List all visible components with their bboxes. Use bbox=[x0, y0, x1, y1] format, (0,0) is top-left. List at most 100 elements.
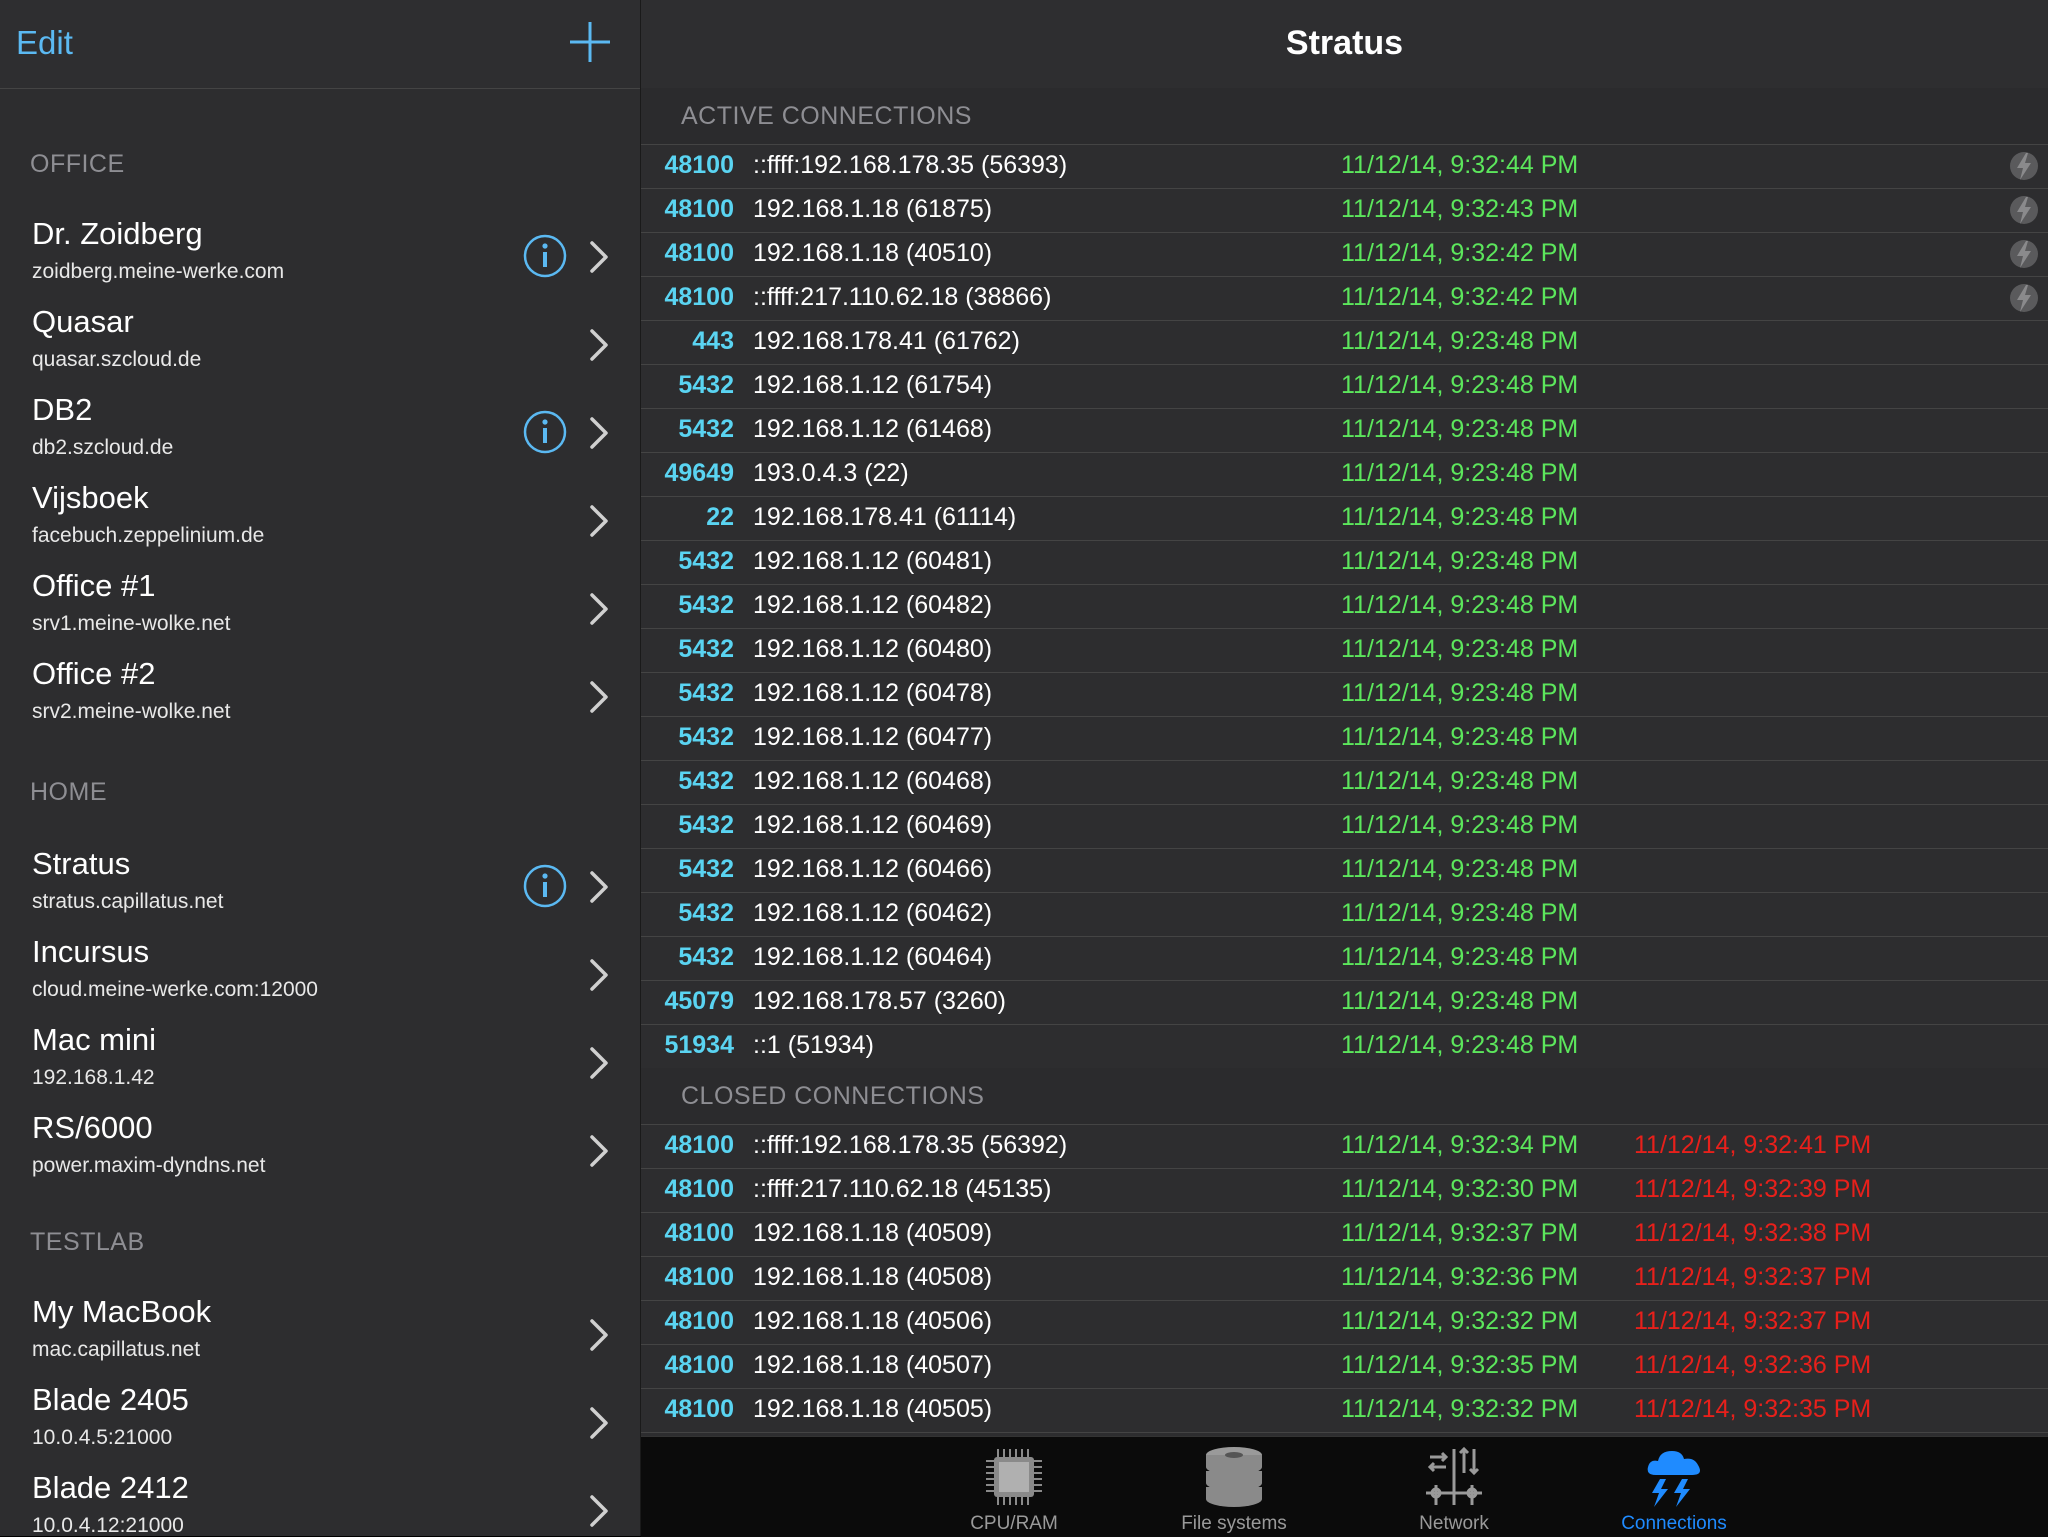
active-connection-row[interactable]: 5432 192.168.1.12 (61754) 11/12/14, 9:23:4… bbox=[641, 364, 2048, 409]
active-connection-row[interactable]: 5432 192.168.1.12 (60477) 11/12/14, 9:23:4… bbox=[641, 716, 2048, 761]
host-address: cloud.meine-werke.com:12000 bbox=[32, 978, 318, 1001]
active-connection-row[interactable]: 5432 192.168.1.12 (60480) 11/12/14, 9:23:4… bbox=[641, 628, 2048, 673]
closed-connection-row[interactable]: 48100::ffff:217.110.62.18 (45135) 11/12/1… bbox=[641, 1168, 2048, 1213]
connection-port: 5432 bbox=[678, 943, 734, 971]
connection-address: 192.168.1.12 (60478) bbox=[753, 679, 993, 707]
connection-end-time: 11/12/14, 9:32:39 PM bbox=[1634, 1175, 1872, 1203]
page-title: Stratus bbox=[1285, 24, 1404, 62]
connection-start-time: 11/12/14, 9:23:48 PM bbox=[1341, 1031, 1579, 1059]
closed-connection-row[interactable]: 48100 192.168.1.18 (40508) 11/12/14, 9:32:… bbox=[641, 1256, 2048, 1301]
connection-port: 5432 bbox=[678, 679, 734, 707]
tab-network[interactable]: Network bbox=[1354, 1437, 1554, 1537]
disk-stack-icon bbox=[1206, 1447, 1262, 1507]
info-icon[interactable] bbox=[523, 864, 567, 908]
edit-button[interactable]: Edit bbox=[16, 24, 73, 62]
connection-address: ::ffff:192.168.178.35 (56393) bbox=[753, 151, 1068, 179]
host-list-item[interactable]: Dr. Zoidberg zoidberg.meine-werke.com bbox=[0, 216, 640, 304]
active-connection-row[interactable]: 5432 192.168.1.12 (60462) 11/12/14, 9:23:4… bbox=[641, 892, 2048, 937]
connection-start-time: 11/12/14, 9:32:34 PM bbox=[1341, 1131, 1579, 1159]
connection-port: 5432 bbox=[678, 591, 734, 619]
active-connection-row[interactable]: 5432 192.168.1.12 (60469) 11/12/14, 9:23:4… bbox=[641, 804, 2048, 849]
active-connection-row[interactable]: 51934::1 (51934) 11/12/14, 9:23:48 PM bbox=[641, 1024, 2048, 1069]
connection-port: 443 bbox=[692, 327, 734, 355]
lightning-icon[interactable] bbox=[2009, 282, 2039, 314]
closed-connection-row[interactable]: 48100 192.168.1.18 (40505) 11/12/14, 9:32:… bbox=[641, 1388, 2048, 1433]
connection-port: 48100 bbox=[664, 1395, 734, 1423]
add-icon[interactable] bbox=[566, 18, 614, 66]
host-list-item[interactable]: DB2 db2.szcloud.de bbox=[0, 392, 640, 480]
chevron-right-icon bbox=[590, 593, 608, 625]
tab-cpu-ram[interactable]: CPU/RAM bbox=[914, 1437, 1114, 1537]
host-name: My MacBook bbox=[32, 1294, 212, 1329]
tab-connections[interactable]: Connections bbox=[1574, 1437, 1774, 1537]
closed-connection-row[interactable]: 48100 192.168.1.18 (40507) 11/12/14, 9:32:… bbox=[641, 1344, 2048, 1389]
main-header: Stratus bbox=[641, 0, 2048, 89]
active-connection-row[interactable]: 5432 192.168.1.12 (61468) 11/12/14, 9:23:4… bbox=[641, 408, 2048, 453]
closed-connection-row[interactable]: 48100 192.168.1.18 (40509) 11/12/14, 9:32:… bbox=[641, 1212, 2048, 1257]
host-list-item[interactable]: Incursus cloud.meine-werke.com:12000 bbox=[0, 934, 640, 1022]
host-address: srv1.meine-wolke.net bbox=[32, 612, 231, 635]
connection-port: 48100 bbox=[664, 283, 734, 311]
host-name: RS/6000 bbox=[32, 1110, 153, 1145]
host-name: Incursus bbox=[32, 934, 150, 969]
host-list-item[interactable]: Stratus stratus.capillatus.net bbox=[0, 846, 640, 934]
active-connection-row[interactable]: 49649 193.0.4.3 (22) 11/12/14, 9:23:48 PM bbox=[641, 452, 2048, 497]
connection-start-time: 11/12/14, 9:23:48 PM bbox=[1341, 943, 1579, 971]
connection-port: 48100 bbox=[664, 151, 734, 179]
connection-port: 45079 bbox=[664, 987, 734, 1015]
tab-file-systems[interactable]: File systems bbox=[1134, 1437, 1334, 1537]
host-name: DB2 bbox=[32, 392, 93, 427]
tab-label: CPU/RAM bbox=[970, 1513, 1058, 1534]
host-address: facebuch.zeppelinium.de bbox=[32, 524, 265, 547]
connection-port: 48100 bbox=[664, 1131, 734, 1159]
connection-start-time: 11/12/14, 9:23:48 PM bbox=[1341, 899, 1579, 927]
active-connection-row[interactable]: 48100 192.168.1.18 (40510) 11/12/14, 9:32:… bbox=[641, 232, 2048, 277]
section-header: TESTLAB bbox=[30, 1228, 145, 1256]
connection-address: 192.168.1.12 (61754) bbox=[753, 371, 993, 399]
chevron-right-icon bbox=[590, 329, 608, 361]
active-connection-row[interactable]: 5432 192.168.1.12 (60466) 11/12/14, 9:23:4… bbox=[641, 848, 2048, 893]
host-address: 192.168.1.42 bbox=[32, 1066, 155, 1089]
info-icon[interactable] bbox=[523, 410, 567, 454]
connection-start-time: 11/12/14, 9:32:32 PM bbox=[1341, 1307, 1579, 1335]
lightning-icon[interactable] bbox=[2009, 238, 2039, 270]
host-list-item[interactable]: My MacBook mac.capillatus.net bbox=[0, 1294, 640, 1382]
chevron-right-icon bbox=[590, 1495, 608, 1527]
host-list-item[interactable]: Blade 2412 10.0.4.12:21000 bbox=[0, 1470, 640, 1536]
host-list-item[interactable]: Office #1 srv1.meine-wolke.net bbox=[0, 568, 640, 656]
active-connection-row[interactable]: 48100 192.168.1.18 (61875) 11/12/14, 9:32:… bbox=[641, 188, 2048, 233]
host-name: Office #1 bbox=[32, 568, 156, 603]
host-list-item[interactable]: Blade 2405 10.0.4.5:21000 bbox=[0, 1382, 640, 1470]
connection-start-time: 11/12/14, 9:23:48 PM bbox=[1341, 547, 1579, 575]
active-connection-row[interactable]: 5432 192.168.1.12 (60481) 11/12/14, 9:23:4… bbox=[641, 540, 2048, 585]
active-connection-row[interactable]: 443 192.168.178.41 (61762) 11/12/14, 9:23:… bbox=[641, 320, 2048, 365]
host-list-item[interactable]: Office #2 srv2.meine-wolke.net bbox=[0, 656, 640, 744]
closed-connection-row[interactable]: 48100 192.168.1.18 (40506) 11/12/14, 9:32:… bbox=[641, 1300, 2048, 1345]
connection-start-time: 11/12/14, 9:32:44 PM bbox=[1341, 151, 1579, 179]
connection-address: ::1 (51934) bbox=[753, 1031, 874, 1059]
host-list-item[interactable]: Quasar quasar.szcloud.de bbox=[0, 304, 640, 392]
host-name: Mac mini bbox=[32, 1022, 157, 1057]
active-connection-row[interactable]: 48100::ffff:217.110.62.18 (38866) 11/12/1… bbox=[641, 276, 2048, 321]
active-connection-row[interactable]: 5432 192.168.1.12 (60482) 11/12/14, 9:23:4… bbox=[641, 584, 2048, 629]
connection-port: 5432 bbox=[678, 767, 734, 795]
active-connection-row[interactable]: 22 192.168.178.41 (61114) 11/12/14, 9:23:4… bbox=[641, 496, 2048, 541]
host-list-item[interactable]: Mac mini 192.168.1.42 bbox=[0, 1022, 640, 1110]
connections-panel: Stratus ACTIVE CONNECTIONS 48100::ffff:19… bbox=[641, 0, 2048, 1536]
connection-address: 192.168.1.18 (40507) bbox=[753, 1351, 993, 1379]
active-connection-row[interactable]: 5432 192.168.1.12 (60468) 11/12/14, 9:23:4… bbox=[641, 760, 2048, 805]
connection-address: 192.168.1.18 (40510) bbox=[753, 239, 993, 267]
active-connection-row[interactable]: 5432 192.168.1.12 (60478) 11/12/14, 9:23:4… bbox=[641, 672, 2048, 717]
info-icon[interactable] bbox=[523, 234, 567, 278]
host-address: quasar.szcloud.de bbox=[32, 348, 202, 371]
active-connection-row[interactable]: 45079 192.168.178.57 (3260) 11/12/14, 9:23… bbox=[641, 980, 2048, 1025]
host-address: zoidberg.meine-werke.com bbox=[32, 260, 285, 283]
closed-connection-row[interactable]: 48100::ffff:192.168.178.35 (56392) 11/12/… bbox=[641, 1124, 2048, 1169]
host-list-item[interactable]: RS/6000 power.maxim-dyndns.net bbox=[0, 1110, 640, 1198]
active-connection-row[interactable]: 5432 192.168.1.12 (60464) 11/12/14, 9:23:4… bbox=[641, 936, 2048, 981]
cpu-icon bbox=[986, 1449, 1042, 1505]
lightning-icon[interactable] bbox=[2009, 150, 2039, 182]
host-list-item[interactable]: Vijsboek facebuch.zeppelinium.de bbox=[0, 480, 640, 568]
active-connection-row[interactable]: 48100::ffff:192.168.178.35 (56393) 11/12/… bbox=[641, 144, 2048, 189]
lightning-icon[interactable] bbox=[2009, 194, 2039, 226]
